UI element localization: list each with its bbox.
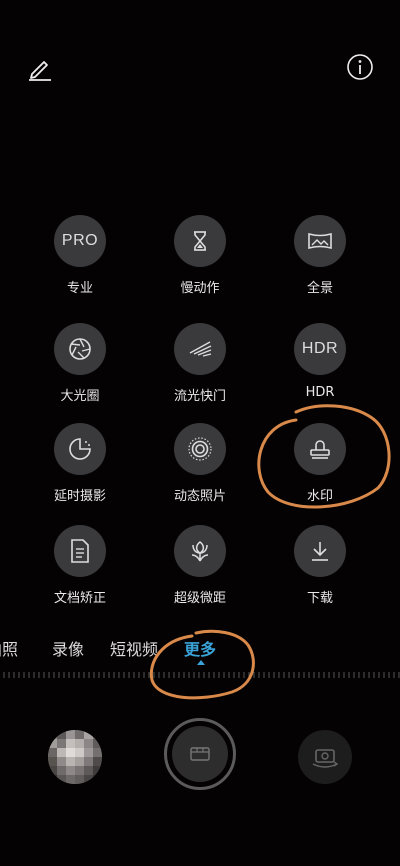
mode-label: 流光快门 [173, 389, 226, 404]
mode-timelapse[interactable]: 延时摄影 [20, 423, 140, 523]
mode-label: 下载 [306, 591, 333, 606]
mode-label: 文档矫正 [53, 591, 106, 606]
mode-label: 专业 [66, 281, 93, 296]
tab-short-video[interactable]: 短视频 [110, 636, 158, 660]
mode-aperture[interactable]: 大光圈 [20, 323, 140, 423]
more-modes-icon [190, 747, 210, 761]
tab-more[interactable]: 更多 [184, 636, 216, 660]
mode-label: HDR [305, 385, 335, 400]
shutter-inner [172, 726, 228, 782]
mode-label: 全景 [306, 281, 333, 296]
mode-watermark[interactable]: 水印 [260, 423, 380, 523]
mode-pro[interactable]: PRO 专业 [20, 215, 140, 315]
top-bar [0, 0, 400, 100]
timelapse-icon [54, 423, 106, 475]
hdr-icon: HDR [294, 323, 346, 375]
mode-download[interactable]: 下载 [260, 525, 380, 625]
pro-icon: PRO [54, 215, 106, 267]
pro-icon-text: PRO [61, 232, 99, 249]
document-icon [54, 525, 106, 577]
hourglass-icon [174, 215, 226, 267]
light-trails-icon [174, 323, 226, 375]
flower-macro-icon [174, 525, 226, 577]
mode-label: 水印 [306, 489, 333, 504]
tab-video[interactable]: 录像 [52, 636, 84, 660]
mode-moving-picture[interactable]: 动态照片 [140, 423, 260, 523]
mode-label: 动态照片 [173, 489, 226, 504]
switch-camera-button[interactable] [298, 730, 352, 784]
mode-document[interactable]: 文档矫正 [20, 525, 140, 625]
mode-slow-motion[interactable]: 慢动作 [140, 215, 260, 315]
mode-tabs: 拍照 录像 短视频 更多 [0, 632, 400, 672]
hdr-icon-text: HDR [301, 340, 339, 357]
mode-label: 大光圈 [60, 389, 100, 404]
tick-ruler [3, 672, 400, 678]
panorama-icon [294, 215, 346, 267]
download-icon [294, 525, 346, 577]
mode-panorama[interactable]: 全景 [260, 215, 380, 315]
tab-active-indicator [197, 660, 205, 665]
aperture-icon [54, 323, 106, 375]
mode-hdr[interactable]: HDR HDR [260, 323, 380, 423]
stamp-icon [294, 423, 346, 475]
mode-label: 慢动作 [180, 281, 220, 296]
edit-icon[interactable] [24, 52, 56, 84]
mode-super-macro[interactable]: 超级微距 [140, 525, 260, 625]
info-icon[interactable] [345, 52, 375, 82]
shutter-button[interactable] [164, 718, 236, 790]
tab-photo[interactable]: 拍照 [0, 636, 18, 660]
mode-label: 延时摄影 [53, 489, 106, 504]
switch-camera-icon [312, 749, 339, 768]
mode-label: 超级微距 [173, 591, 226, 606]
gallery-thumbnail[interactable] [48, 730, 102, 784]
mode-light-painting[interactable]: 流光快门 [140, 323, 260, 423]
moving-picture-icon [174, 423, 226, 475]
